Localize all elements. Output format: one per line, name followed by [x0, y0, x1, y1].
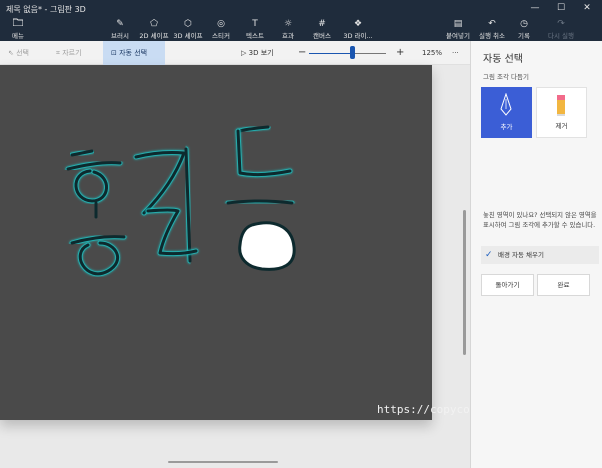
work-area: https://copycoding.tistory.com/ — [0, 65, 582, 468]
maximize-button[interactable]: ☐ — [548, 0, 574, 18]
library-3d-tool-button[interactable]: ❖ 3D 라이... — [341, 18, 375, 41]
shapes-2d-icon: ⬠ — [150, 19, 158, 29]
play-view-icon: ▷ — [241, 49, 247, 57]
magic-select-icon: ⊡ — [111, 49, 117, 57]
history-icon: ◷ — [520, 19, 528, 29]
zoom-slider[interactable] — [309, 53, 386, 54]
crop-icon: ⌗ — [56, 49, 60, 57]
stroke — [184, 147, 192, 263]
check-icon: ✓ — [485, 250, 493, 260]
selection-toolbar: ⇖ 선택 ⌗ 자르기 ⊡ 자동 선택 ▷ 3D 보기 − + 125% ··· — [0, 41, 470, 65]
brush-tool-button[interactable]: ✎ 브러시 — [108, 18, 132, 41]
magic-select-panel: 자동 선택 그림 조각 다듬기 추가 제거 놓친 영역이 있나요? 선택되지 않… — [470, 41, 602, 468]
stroke — [78, 241, 120, 276]
more-options-button[interactable]: ··· — [452, 41, 459, 65]
brush-icon: ✎ — [116, 19, 124, 29]
stickers-tool-button[interactable]: ◎ 스티커 — [207, 18, 235, 41]
horizontal-scrollbar[interactable] — [168, 461, 278, 463]
cursor-icon: ⇖ — [8, 49, 14, 57]
pen-add-icon — [499, 92, 513, 119]
text-tool-button[interactable]: T 텍스트 — [241, 18, 269, 41]
handwriting-drawing — [65, 124, 296, 277]
paste-icon: ▤ — [453, 19, 463, 29]
redo-icon: ↷ — [557, 19, 565, 29]
cube-icon: ⬡ — [184, 19, 192, 29]
panel-title: 자동 선택 — [483, 54, 523, 65]
zoom-level: 125% — [422, 49, 443, 57]
paste-button[interactable]: ▤ 붙여넣기 — [443, 18, 473, 41]
window-title: 제목 없음* - 그림판 3D — [6, 5, 86, 14]
panel-description: 놓친 영역이 있나요? 선택되지 않은 영역을 표시하여 그림 조각에 추가할 … — [483, 211, 597, 229]
white-blob — [238, 221, 296, 271]
autofill-background-checkbox[interactable]: ✓ 배경 자동 채우기 — [481, 246, 599, 264]
close-button[interactable]: ✕ — [574, 0, 600, 18]
text-icon: T — [252, 19, 258, 29]
shapes-2d-tool-button[interactable]: ⬠ 2D 셰이프 — [137, 18, 171, 41]
zoom-out-button[interactable]: − — [298, 41, 306, 65]
main-toolbar: 메뉴 ✎ 브러시 ⬠ 2D 셰이프 ⬡ 3D 셰이프 ◎ 스티커 T 텍스트 ☼… — [0, 18, 602, 41]
sticker-icon: ◎ — [217, 19, 225, 29]
canvas-grid-icon: # — [318, 19, 326, 29]
effects-tool-button[interactable]: ☼ 효과 — [276, 18, 300, 41]
zoom-slider-fill — [309, 53, 353, 54]
stroke — [236, 129, 292, 177]
shapes-3d-tool-button[interactable]: ⬡ 3D 셰이프 — [172, 18, 204, 41]
title-bar: 제목 없음* - 그림판 3D — ☐ ✕ — [0, 0, 602, 18]
eraser-icon — [555, 94, 567, 120]
minimize-button[interactable]: — — [522, 0, 548, 18]
stroke-glow — [235, 128, 293, 178]
vertical-scrollbar[interactable] — [463, 210, 466, 355]
stroke — [70, 149, 94, 157]
stroke — [74, 169, 108, 203]
done-button[interactable]: 완료 — [537, 274, 590, 296]
zoom-slider-thumb[interactable] — [350, 46, 356, 59]
folder-icon — [6, 18, 30, 30]
select-button[interactable]: ⇖ 선택 — [8, 41, 29, 65]
undo-button[interactable]: ↶ 실행 취소 — [477, 18, 507, 41]
effects-sun-icon: ☼ — [283, 19, 293, 29]
crop-button[interactable]: ⌗ 자르기 — [56, 41, 82, 65]
view-3d-button[interactable]: ▷ 3D 보기 — [241, 41, 274, 65]
panel-subtitle: 그림 조각 다듬기 — [483, 73, 529, 81]
back-button[interactable]: 돌아가기 — [481, 274, 534, 296]
drawing-canvas[interactable] — [0, 65, 432, 420]
menu-button[interactable]: 메뉴 — [6, 18, 30, 41]
undo-icon: ↶ — [488, 19, 496, 29]
remove-button[interactable]: 제거 — [536, 87, 587, 138]
history-button[interactable]: ◷ 기록 — [512, 18, 536, 41]
library-icon: ❖ — [353, 19, 363, 29]
stroke — [134, 151, 186, 215]
zoom-in-button[interactable]: + — [396, 41, 404, 65]
magic-select-button[interactable]: ⊡ 자동 선택 — [103, 41, 165, 65]
canvas-tool-button[interactable]: # 캔버스 — [309, 18, 335, 41]
redo-button[interactable]: ↷ 다시 실행 — [544, 18, 578, 41]
stroke-glow — [133, 150, 187, 216]
add-button[interactable]: 추가 — [481, 87, 532, 138]
